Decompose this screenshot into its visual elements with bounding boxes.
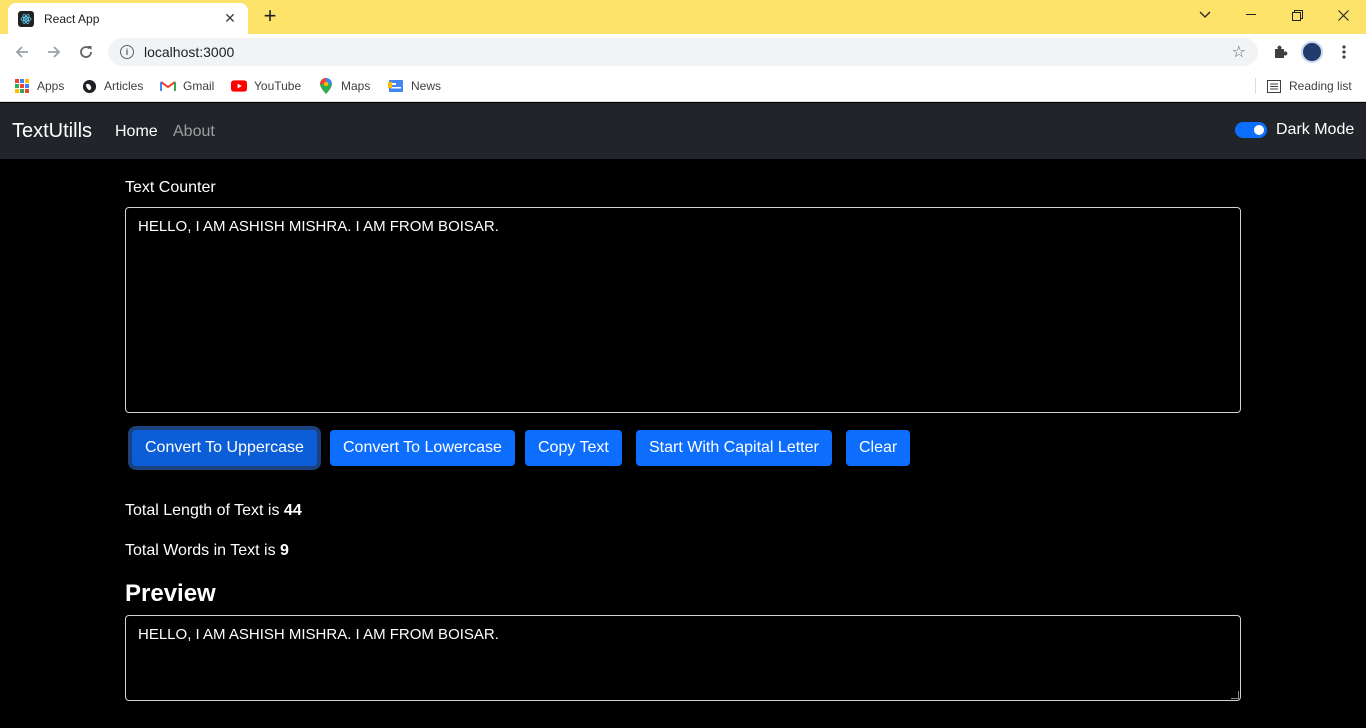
reading-list-icon — [1266, 78, 1282, 94]
clear-button[interactable]: Clear — [846, 430, 911, 466]
bookmark-label: Apps — [37, 79, 65, 93]
preview-heading: Preview — [125, 580, 216, 607]
reading-list-button[interactable]: Reading list — [1266, 77, 1352, 95]
app-navbar: TextUtills Home About Dark Mode — [0, 103, 1366, 159]
bookmark-label: News — [411, 79, 442, 93]
bookmark-star-icon[interactable]: ☆ — [1232, 42, 1246, 62]
profile-avatar[interactable] — [1301, 41, 1323, 63]
bookmark-label: Articles — [104, 79, 144, 93]
bookmark-articles[interactable]: Articles — [81, 77, 143, 95]
back-arrow-icon[interactable] — [10, 40, 34, 64]
extensions-puzzle-icon[interactable] — [1270, 42, 1290, 62]
youtube-icon — [231, 78, 247, 94]
copy-text-button[interactable]: Copy Text — [525, 430, 622, 466]
minimize-button[interactable] — [1228, 0, 1274, 30]
text-input-area[interactable]: HELLO, I AM ASHISH MISHRA. I AM FROM BOI… — [125, 207, 1241, 413]
menu-kebab-icon[interactable] — [1334, 42, 1354, 62]
lowercase-button[interactable]: Convert To Lowercase — [330, 430, 515, 466]
bookmarks-divider — [1255, 78, 1256, 94]
restore-button[interactable] — [1274, 0, 1320, 30]
browser-tab-strip: React App ✕ + — [0, 0, 1366, 34]
react-icon — [18, 10, 34, 27]
preview-box: HELLO, I AM ASHISH MISHRA. I AM FROM BOI… — [125, 615, 1241, 701]
browser-tab[interactable]: React App ✕ — [8, 3, 248, 34]
bookmark-label: Maps — [341, 79, 371, 93]
site-info-icon[interactable]: i — [120, 45, 134, 59]
close-window-button[interactable] — [1320, 0, 1366, 30]
address-bar[interactable]: i localhost:3000 ☆ — [108, 38, 1258, 66]
length-value: 44 — [283, 502, 302, 519]
maps-pin-icon — [318, 78, 334, 94]
resize-grip-icon[interactable] — [1231, 691, 1239, 699]
bookmark-gmail[interactable]: Gmail — [160, 77, 214, 95]
words-prefix: Total Words in Text is — [125, 542, 276, 559]
forward-arrow-icon[interactable] — [42, 40, 66, 64]
toggle-label: Dark Mode — [1276, 121, 1355, 138]
tab-close-icon[interactable]: ✕ — [222, 10, 238, 27]
brand-logo[interactable]: TextUtills — [12, 120, 92, 143]
apps-grid-icon — [14, 78, 30, 94]
bookmark-maps[interactable]: Maps — [318, 77, 370, 95]
bookmark-apps[interactable]: Apps — [14, 77, 64, 95]
words-value: 9 — [280, 542, 289, 559]
browser-toolbar: i localhost:3000 ☆ — [0, 34, 1366, 70]
reading-list-label: Reading list — [1289, 79, 1352, 93]
gmail-icon — [160, 78, 176, 94]
length-prefix: Total Length of Text is — [125, 502, 280, 519]
url-text: localhost:3000 — [144, 44, 235, 60]
dark-mode-toggle[interactable]: Dark Mode — [1235, 121, 1354, 139]
reload-icon[interactable] — [74, 40, 98, 64]
bookmark-news[interactable]: News — [388, 77, 441, 95]
globe-icon — [81, 78, 97, 94]
words-stat: Total Words in Text is 9 — [125, 542, 289, 560]
tab-search-icon[interactable] — [1182, 0, 1228, 30]
nav-link-home[interactable]: Home — [115, 123, 158, 141]
uppercase-button[interactable]: Convert To Uppercase — [132, 430, 317, 466]
preview-text: HELLO, I AM ASHISH MISHRA. I AM FROM BOI… — [138, 626, 499, 643]
toggle-switch[interactable] — [1235, 122, 1267, 138]
bookmark-label: YouTube — [254, 79, 302, 93]
text-counter-label: Text Counter — [125, 179, 216, 196]
bookmark-youtube[interactable]: YouTube — [231, 77, 301, 95]
news-icon — [388, 78, 404, 94]
capitalize-button[interactable]: Start With Capital Letter — [636, 430, 832, 466]
tab-title: React App — [44, 11, 100, 26]
new-tab-button[interactable]: + — [258, 5, 282, 29]
length-stat: Total Length of Text is 44 — [125, 502, 302, 520]
bookmarks-bar: Apps Articles Gmail YouTube Maps News Re… — [0, 70, 1366, 102]
nav-link-about[interactable]: About — [173, 123, 215, 141]
bookmark-label: Gmail — [183, 79, 215, 93]
